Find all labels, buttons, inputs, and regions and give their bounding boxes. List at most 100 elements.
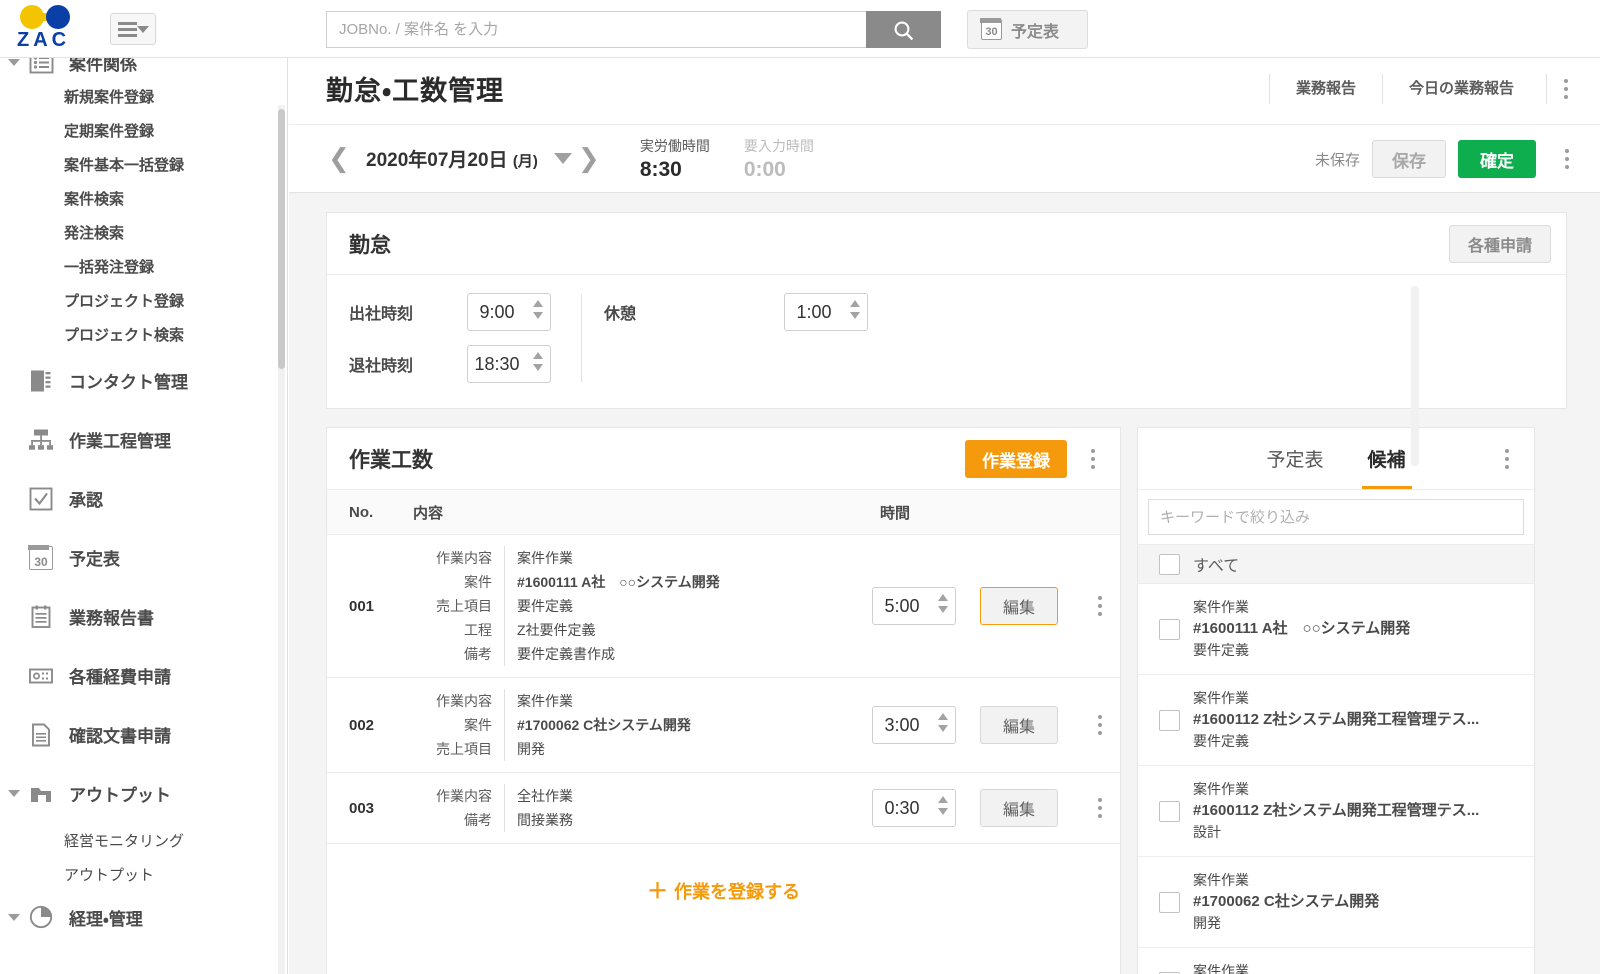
date-picker-toggle-icon[interactable] (553, 153, 572, 164)
sidebar-item-確認文書申請[interactable]: 確認文書申請 (0, 705, 287, 764)
clock-in-stepper[interactable]: 9:00 (467, 293, 551, 331)
break-stepper[interactable]: 1:00 (784, 293, 868, 331)
page-more-menu-icon[interactable] (1546, 74, 1584, 104)
row-time-stepper[interactable]: 5:00 (872, 587, 956, 625)
clock-out-stepper[interactable]: 18:30 (467, 345, 551, 383)
current-date: 2020年07月20日 (月) (366, 145, 538, 172)
sidebar-item-定期案件登録[interactable]: 定期案件登録 (0, 113, 287, 147)
candidate-checkbox[interactable] (1159, 709, 1180, 731)
sidebar-item-承認[interactable]: 承認 (0, 469, 287, 528)
candidate-checkbox[interactable] (1159, 800, 1180, 822)
schedule-button-label: 予定表 (1011, 23, 1060, 41)
sidebar-item-発注検索[interactable]: 発注検索 (0, 215, 287, 249)
top-bar: ZAC 30 予定表 (0, 0, 1600, 58)
sidebar-scrollbar-thumb[interactable] (278, 109, 285, 369)
sidebar-item-各種経費申請[interactable]: 各種経費申請 (0, 646, 287, 705)
logo-text: ZAC (17, 29, 71, 51)
keyword-filter-input[interactable] (1148, 499, 1524, 535)
various-applications-button[interactable]: 各種申請 (1448, 225, 1551, 263)
row-more-menu-icon[interactable] (1081, 710, 1119, 740)
header-link-業務報告[interactable]: 業務報告 (1268, 74, 1382, 104)
sidebar-item-一括発注登録[interactable]: 一括発注登録 (0, 249, 287, 283)
candidate-job: #1600111 A社 ○○システム開発 (1193, 620, 1411, 637)
edit-button[interactable]: 編集 (980, 789, 1058, 827)
break-value: 1:00 (796, 301, 832, 322)
sidebar-item-経営モニタリング[interactable]: 経営モニタリング (0, 823, 287, 857)
work-hours-card-header: 作業工数 作業登録 (327, 428, 1120, 490)
sidebar-item-新規案件登録[interactable]: 新規案件登録 (0, 79, 287, 113)
calendar-icon: 30 (28, 544, 53, 570)
work-register-button[interactable]: 作業登録 (965, 440, 1067, 478)
column-header-no: No. (349, 503, 374, 521)
candidate-type: 案件作業 (1193, 599, 1249, 615)
sidebar-item-コンタクト管理[interactable]: コンタクト管理 (0, 351, 287, 410)
stepper-arrows-icon[interactable] (850, 300, 860, 319)
sidebar-item-業務報告書[interactable]: 業務報告書 (0, 587, 287, 646)
next-day-button[interactable]: ❯ (572, 143, 606, 174)
zac-logo[interactable]: ZAC (14, 3, 88, 53)
sidebar-item-予定表[interactable]: 30 予定表 (0, 528, 287, 587)
row-time-cell: 0:30 (872, 789, 980, 827)
list-item[interactable]: 案件作業 #1600111 A社 ○○システム開発 要件定義 (1138, 584, 1534, 675)
prev-day-button[interactable]: ❮ (322, 143, 356, 174)
tab-候補[interactable]: 候補 (1361, 428, 1412, 489)
work-hours-panel: 作業工数 作業登録 No. 内容 時間 001 作業内容 案件作業 案件 #16… (326, 286, 1419, 974)
sidebar-item-案件検索[interactable]: 案件検索 (0, 181, 287, 215)
candidate-checkbox[interactable] (1159, 891, 1180, 913)
menu-toggle-button[interactable] (110, 13, 156, 45)
sidebar-item-作業工程管理[interactable]: 作業工程管理 (0, 410, 287, 469)
row-time-stepper[interactable]: 3:00 (872, 706, 956, 744)
detail-key: 作業内容 (413, 546, 505, 570)
select-all-checkbox[interactable] (1159, 553, 1180, 575)
sidebar-item-案件基本一括登録[interactable]: 案件基本一括登録 (0, 147, 287, 181)
save-button[interactable]: 保存 (1372, 140, 1446, 178)
side-panel-more-menu-icon[interactable] (1488, 444, 1526, 474)
field-clock-out: 退社時刻 18:30 (327, 342, 551, 386)
candidate-checkbox[interactable] (1159, 618, 1180, 640)
detail-value: 要件定義 (517, 598, 573, 614)
app-root: ZAC 30 予定表 (0, 0, 1600, 974)
sidebar-item-アウトプット[interactable]: アウトプット (0, 857, 287, 891)
stepper-arrows-icon[interactable] (533, 300, 543, 319)
list-item[interactable]: 案件作業 #1600112 Z社システム開発工程管理テス... 要件定義 (1138, 675, 1534, 766)
candidate-item-name: 設計 (1193, 824, 1221, 840)
edit-button[interactable]: 編集 (980, 587, 1058, 625)
stepper-arrows-icon[interactable] (938, 713, 948, 732)
header-link-今日の業務報告[interactable]: 今日の業務報告 (1381, 74, 1540, 104)
list-item[interactable]: 案件作業 #1600112 Z社システム開発工程管理テス... 設計 (1138, 766, 1534, 857)
sidebar-item-プロジェクト検索[interactable]: プロジェクト検索 (0, 317, 287, 351)
search-button[interactable] (866, 11, 941, 48)
detail-key: 作業内容 (413, 689, 505, 713)
attendance-card: 勤怠 各種申請 出社時刻 9:00 退社時刻 18:30 休憩 1:00 (326, 212, 1567, 409)
add-work-link[interactable]: ＋ 作業を登録する (647, 875, 800, 905)
candidate-type: 案件作業 (1193, 872, 1249, 888)
confirm-button[interactable]: 確定 (1458, 140, 1536, 178)
list-item[interactable]: 案件作業 #1700062 C社システム開発 開発 (1138, 857, 1534, 948)
save-more-menu-icon[interactable] (1548, 144, 1586, 174)
tab-予定表[interactable]: 予定表 (1266, 428, 1323, 489)
sidebar-item-プロジェクト登録[interactable]: プロジェクト登録 (0, 283, 287, 317)
table-row[interactable]: 001 作業内容 案件作業 案件 #1600111 A社 ○○システム開発 売上項目… (327, 535, 1120, 678)
row-more-menu-icon[interactable] (1081, 591, 1119, 621)
stepper-arrows-icon[interactable] (533, 352, 543, 371)
stat-label: 要入力時間 (743, 137, 814, 154)
clock-in-value: 9:00 (479, 301, 515, 322)
search-input[interactable] (326, 11, 866, 48)
table-row[interactable]: 002 作業内容 案件作業 案件 #1700062 C社システム開発 売上項目 開発 … (327, 678, 1120, 773)
work-card-more-menu-icon[interactable] (1074, 444, 1112, 474)
list-item[interactable]: 案件作業 #1700018 Web制作 (1138, 948, 1534, 974)
schedule-button[interactable]: 30 予定表 (967, 10, 1088, 49)
sidebar-group-アウトプット[interactable]: アウトプット (0, 764, 287, 823)
edit-button[interactable]: 編集 (980, 706, 1058, 744)
stepper-arrows-icon[interactable] (938, 796, 948, 815)
row-time-stepper[interactable]: 0:30 (872, 789, 956, 827)
clock-out-value: 18:30 (474, 353, 520, 374)
sidebar-group-経理・管理[interactable]: 経理・管理 (0, 891, 287, 943)
table-row[interactable]: 003 作業内容 全社作業 備考 間接業務 0:30 編集 (327, 773, 1120, 844)
candidate-job: #1700062 C社システム開発 (1193, 893, 1380, 910)
row-more-menu-icon[interactable] (1081, 793, 1119, 823)
stepper-arrows-icon[interactable] (938, 594, 948, 613)
select-all-row[interactable]: すべて (1138, 544, 1534, 584)
sidebar-item-label: 確認文書申請 (69, 727, 171, 746)
candidate-type: 案件作業 (1193, 963, 1249, 974)
